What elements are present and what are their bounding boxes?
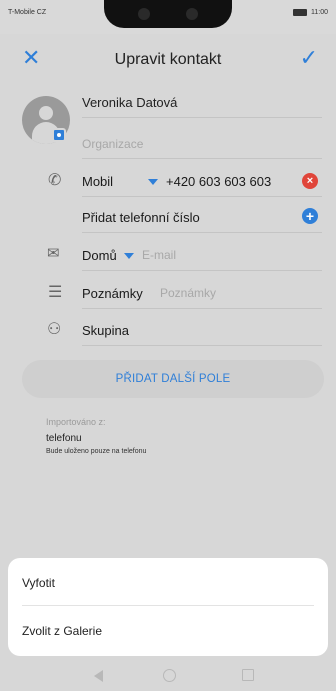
name-field[interactable]: Veronika Datová — [82, 95, 177, 110]
divider — [22, 605, 314, 606]
phone-icon: ✆ — [48, 172, 62, 189]
group-field[interactable]: Skupina — [82, 323, 129, 338]
import-label: Importováno z: — [46, 417, 106, 427]
avatar-head — [39, 106, 53, 120]
divider — [82, 117, 322, 118]
divider — [82, 270, 322, 271]
front-camera-icon — [138, 8, 150, 20]
status-bar: T-Mobile CZ 11:00 — [0, 0, 336, 34]
page-title: Upravit kontakt — [114, 51, 222, 68]
email-field[interactable]: E-mail — [142, 248, 176, 262]
camera-icon[interactable] — [52, 128, 66, 142]
app-header: ✕ Upravit kontakt ✓ — [0, 34, 336, 86]
remove-phone-button[interactable]: × — [302, 173, 318, 189]
phone-number-field[interactable]: +420 603 603 603 — [166, 174, 271, 189]
divider — [82, 308, 322, 309]
battery-icon — [293, 9, 307, 16]
sensor-icon — [186, 8, 198, 20]
choose-from-gallery-option[interactable]: Zvolit z Galerie — [22, 624, 102, 638]
save-check-icon[interactable]: ✓ — [300, 45, 318, 71]
import-note: Bude uloženo pouze na telefonu — [46, 448, 147, 455]
add-phone-button[interactable]: + — [302, 208, 318, 224]
recent-apps-icon[interactable] — [242, 669, 254, 681]
notes-label: Poznámky — [82, 286, 143, 301]
divider — [82, 196, 322, 197]
divider — [82, 158, 322, 159]
home-icon[interactable] — [163, 669, 176, 682]
navigation-bar — [0, 660, 336, 691]
mail-icon: ✉ — [47, 245, 60, 262]
carrier-label: T-Mobile CZ — [8, 9, 47, 16]
notes-field[interactable]: Poznámky — [160, 286, 216, 300]
group-icon: ⚇ — [47, 321, 62, 338]
take-photo-option[interactable]: Vyfotit — [22, 576, 55, 590]
clock: 11:00 — [311, 9, 328, 16]
add-field-button[interactable]: PŘIDAT DALŠÍ POLE — [22, 360, 324, 398]
camera-notch — [104, 0, 232, 28]
chevron-down-icon[interactable] — [124, 253, 134, 259]
back-icon[interactable] — [94, 670, 103, 682]
divider — [82, 232, 322, 233]
add-phone-label[interactable]: Přidat telefonní číslo — [82, 210, 200, 225]
notes-icon: ☰ — [48, 284, 63, 301]
email-type-select[interactable]: Domů — [82, 248, 117, 263]
divider — [82, 345, 322, 346]
phone-type-select[interactable]: Mobil — [82, 174, 113, 189]
chevron-down-icon[interactable] — [148, 179, 158, 185]
organization-field[interactable]: Organizace — [82, 137, 143, 151]
status-icons: 11:00 — [293, 9, 328, 16]
import-value: telefonu — [46, 433, 82, 444]
photo-options-sheet: Vyfotit Zvolit z Galerie — [8, 558, 328, 656]
